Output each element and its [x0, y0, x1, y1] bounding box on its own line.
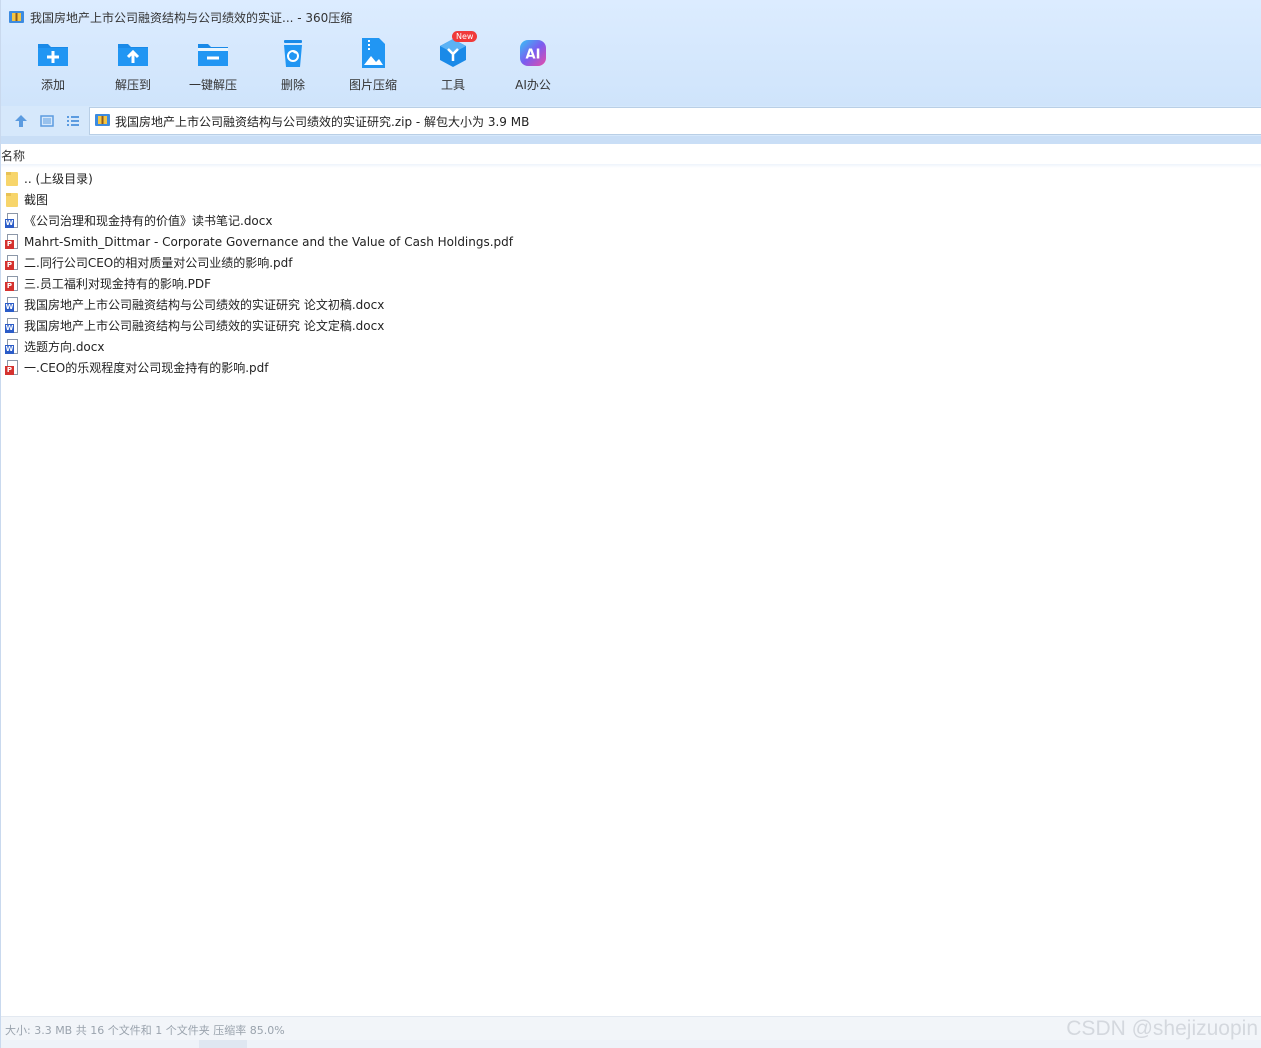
folder-icon: [5, 192, 19, 208]
tools-button[interactable]: New 工具: [413, 31, 493, 98]
bottom-scrollbar[interactable]: [1, 1040, 1261, 1048]
ai-office-button[interactable]: AI AI办公: [493, 36, 573, 98]
scroll-thumb[interactable]: [199, 1040, 247, 1048]
list-item[interactable]: W 《公司治理和现金持有的价值》读书笔记.docx: [5, 210, 513, 231]
status-text: 大小: 3.3 MB 共 16 个文件和 1 个文件夹 压缩率 85.0%: [5, 1024, 285, 1037]
file-name: 二.同行公司CEO的相对质量对公司业绩的影响.pdf: [24, 256, 293, 270]
add-button[interactable]: 添加: [13, 36, 93, 98]
path-text: 我国房地产上市公司融资结构与公司绩效的实证研究.zip - 解包大小为 3.9 …: [115, 114, 530, 129]
list-item[interactable]: W 选题方向.docx: [5, 336, 513, 357]
pdf-file-icon: P: [5, 233, 19, 250]
image-zip-icon: [356, 36, 390, 70]
list-item[interactable]: P Mahrt-Smith_Dittmar - Corporate Governa…: [5, 231, 513, 252]
archive-file-icon: [95, 113, 110, 130]
divider-strip: [1, 136, 1261, 144]
toolbar-area: 我国房地产上市公司融资结构与公司绩效的实证... - 360压缩 添加 解压到 …: [1, 0, 1261, 106]
new-badge: New: [452, 31, 478, 42]
list-item[interactable]: W 我国房地产上市公司融资结构与公司绩效的实证研究 论文初稿.docx: [5, 294, 513, 315]
extract-to-button[interactable]: 解压到: [93, 36, 173, 98]
one-click-extract-label: 一键解压: [188, 78, 237, 92]
file-list: 名称 .. (上级目录) 截图 W 《公司治理和现金持有的价值》读书笔记.docx P M…: [1, 144, 1261, 1016]
word-doc-icon: W: [5, 317, 19, 334]
image-compress-button[interactable]: 图片压缩: [333, 36, 413, 98]
up-arrow-icon[interactable]: [13, 113, 29, 129]
extract-to-label: 解压到: [114, 78, 151, 92]
tools-cube-icon: New: [436, 31, 478, 70]
tools-label: 工具: [440, 78, 465, 92]
file-name: Mahrt-Smith_Dittmar - Corporate Governan…: [24, 234, 514, 249]
image-compress-label: 图片压缩: [348, 78, 397, 92]
app-window: 我国房地产上市公司融资结构与公司绩效的实证... - 360压缩 添加 解压到 …: [0, 0, 1261, 1048]
watermark: CSDN @shejizuopin: [1066, 1017, 1258, 1040]
extract-folder-icon: [116, 36, 150, 70]
recycle-bin-icon: [276, 36, 310, 70]
word-doc-icon: W: [5, 296, 19, 313]
file-name: 三.员工福利对现金持有的影响.PDF: [24, 277, 212, 291]
list-item[interactable]: P 二.同行公司CEO的相对质量对公司业绩的影响.pdf: [5, 252, 513, 273]
file-name: 我国房地产上市公司融资结构与公司绩效的实证研究 论文初稿.docx: [24, 298, 385, 312]
file-name: 我国房地产上市公司融资结构与公司绩效的实证研究 论文定稿.docx: [24, 319, 385, 333]
file-name: .. (上级目录): [24, 172, 93, 186]
list-item[interactable]: P 三.员工福利对现金持有的影响.PDF: [5, 273, 513, 294]
ai-icon-text: AI: [526, 48, 541, 63]
delete-button[interactable]: 删除: [253, 36, 333, 98]
thumbnail-view-icon[interactable]: [39, 113, 55, 129]
main-toolbar: 添加 解压到 一键解压 删除 图片压缩 New 工具 AI AI办公: [13, 31, 573, 98]
pdf-file-icon: P: [5, 359, 19, 376]
add-label: 添加: [40, 78, 65, 92]
list-view-icon[interactable]: [65, 113, 81, 129]
one-click-extract-icon: [196, 36, 230, 70]
file-name: 选题方向.docx: [24, 340, 105, 354]
list-item[interactable]: P 一.CEO的乐观程度对公司现金持有的影响.pdf: [5, 357, 513, 378]
archive-app-icon: [9, 10, 24, 24]
list-item[interactable]: .. (上级目录): [5, 168, 513, 189]
file-name: 截图: [24, 193, 49, 207]
status-bar: 大小: 3.3 MB 共 16 个文件和 1 个文件夹 压缩率 85.0% CS…: [1, 1016, 1261, 1040]
word-doc-icon: W: [5, 338, 19, 355]
delete-label: 删除: [280, 78, 305, 92]
title-bar: 我国房地产上市公司融资结构与公司绩效的实证... - 360压缩: [9, 7, 352, 27]
address-bar: 我国房地产上市公司融资结构与公司绩效的实证研究.zip - 解包大小为 3.9 …: [1, 106, 1261, 136]
column-header-name[interactable]: 名称: [1, 147, 25, 164]
file-name: 《公司治理和现金持有的价值》读书笔记.docx: [24, 214, 273, 228]
file-name: 一.CEO的乐观程度对公司现金持有的影响.pdf: [24, 361, 269, 375]
window-title: 我国房地产上市公司融资结构与公司绩效的实证... - 360压缩: [30, 10, 353, 25]
ai-office-label: AI办公: [515, 78, 551, 92]
add-folder-icon: [36, 36, 70, 70]
ai-icon: AI: [516, 36, 550, 70]
word-doc-icon: W: [5, 212, 19, 229]
file-rows: .. (上级目录) 截图 W 《公司治理和现金持有的价值》读书笔记.docx P Mahr…: [5, 168, 513, 378]
list-item[interactable]: 截图: [5, 189, 513, 210]
pdf-file-icon: P: [5, 254, 19, 271]
folder-icon: [5, 171, 19, 187]
path-field[interactable]: 我国房地产上市公司融资结构与公司绩效的实证研究.zip - 解包大小为 3.9 …: [89, 107, 1261, 135]
list-item[interactable]: W 我国房地产上市公司融资结构与公司绩效的实证研究 论文定稿.docx: [5, 315, 513, 336]
one-click-extract-button[interactable]: 一键解压: [173, 36, 253, 98]
pdf-file-icon: P: [5, 275, 19, 292]
